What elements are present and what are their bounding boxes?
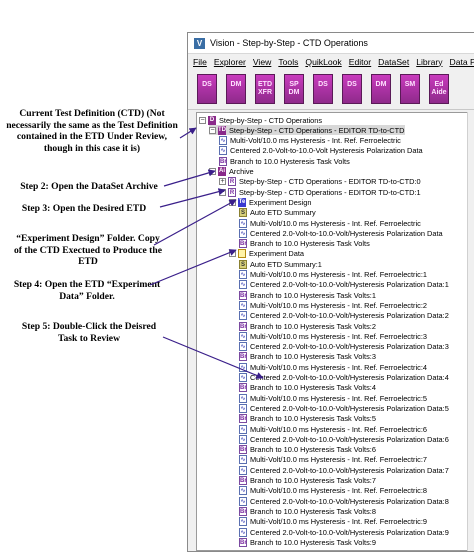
arrow-step4 <box>149 249 237 286</box>
arrow-experiment-design <box>153 199 237 246</box>
arrow-step5 <box>162 336 264 379</box>
arrow-step2 <box>163 169 216 187</box>
arrow-step3 <box>159 188 226 208</box>
arrow-current-ctd <box>179 127 197 139</box>
annotation-arrows <box>149 127 264 379</box>
